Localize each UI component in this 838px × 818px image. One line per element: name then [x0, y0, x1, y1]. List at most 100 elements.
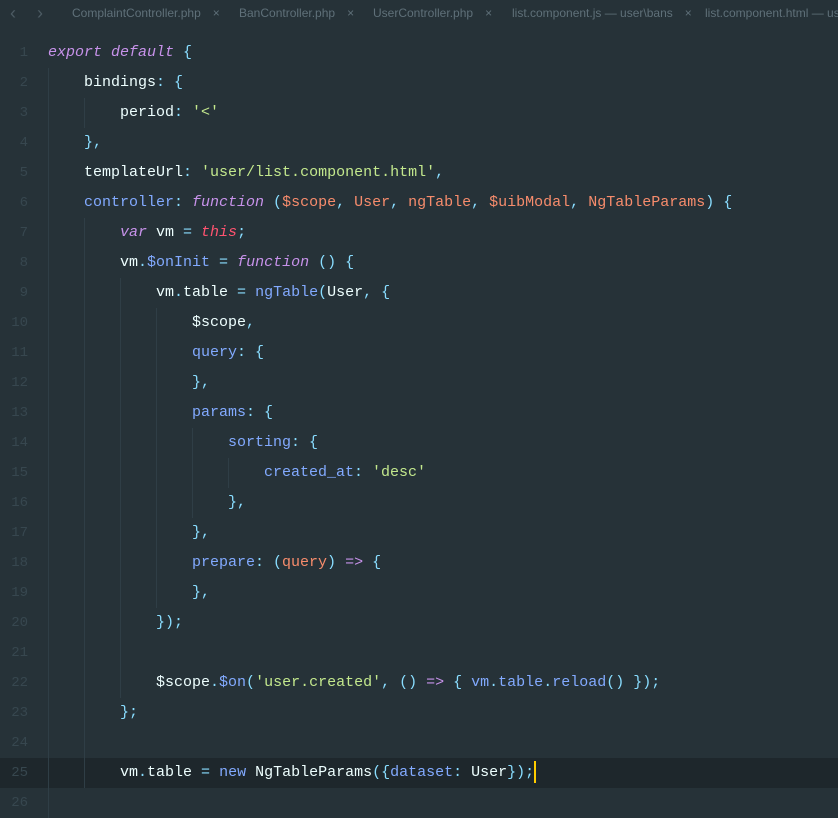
indent-guide [84, 668, 85, 698]
tab-label: BanController.php [239, 6, 336, 20]
code-line[interactable]: 17}, [0, 518, 838, 548]
code-line[interactable]: 13 params: { [0, 398, 838, 428]
indent-guide [156, 548, 157, 578]
code-line[interactable]: 24 [0, 728, 838, 758]
indent-guide [48, 368, 49, 398]
code-line[interactable]: 6 controller: function ($scope, User, ngT… [0, 188, 838, 218]
code-text: vm.$onInit = function () { [120, 248, 354, 278]
tab-ban-controller[interactable]: BanController.php × [239, 6, 354, 20]
code-token: , [471, 194, 490, 211]
code-line[interactable]: 1 export default { [0, 38, 838, 68]
code-line[interactable]: 26 [0, 788, 838, 818]
line-number: 22 [11, 675, 28, 691]
code-token: params [192, 404, 247, 421]
code-text: var vm = this; [120, 218, 246, 248]
indent-guide [120, 668, 121, 698]
code-token: ) { [705, 194, 733, 211]
code-token: export default [48, 44, 175, 61]
close-icon[interactable]: × [485, 6, 492, 20]
code-line[interactable]: 20}); [0, 608, 838, 638]
code-line[interactable]: 12}, [0, 368, 838, 398]
code-line[interactable]: 10 $scope, [0, 308, 838, 338]
tab-label: ComplaintController.php [72, 6, 201, 20]
code-line[interactable]: 21 [0, 638, 838, 668]
indent-guide [156, 368, 157, 398]
code-line[interactable]: 7 var vm = this; [0, 218, 838, 248]
code-line[interactable]: 15 created_at: 'desc' [0, 458, 838, 488]
code-token: User [471, 764, 508, 781]
code-token: ) [327, 554, 346, 571]
code-token: ( [246, 674, 256, 691]
code-text: sorting: { [228, 428, 318, 458]
close-icon[interactable]: × [347, 6, 354, 20]
code-text: templateUrl: 'user/list.component.html', [84, 158, 444, 188]
code-token: vm [147, 224, 184, 241]
indent-guide [48, 608, 49, 638]
code-text: vm.table = new NgTableParams({dataset: U… [120, 758, 537, 788]
code-line[interactable]: 22 $scope.$on('user.created', () => { vm.… [0, 668, 838, 698]
code-text: controller: function ($scope, User, ngTa… [84, 188, 732, 218]
code-line[interactable]: 4}, [0, 128, 838, 158]
indent-guide [48, 278, 49, 308]
indent-guide [120, 308, 121, 338]
code-line[interactable]: 19}, [0, 578, 838, 608]
tab-label: list.component.js — user\bans [512, 6, 673, 20]
code-token: bindings [84, 74, 157, 91]
tab-list-component-html[interactable]: list.component.html — user [705, 6, 838, 20]
close-icon[interactable]: × [685, 6, 692, 20]
code-line[interactable]: 14 sorting: { [0, 428, 838, 458]
code-line[interactable]: 8 vm.$onInit = function () { [0, 248, 838, 278]
code-text: $scope, [192, 308, 255, 338]
code-token: prepare [192, 554, 256, 571]
code-token: NgTableParams [246, 764, 373, 781]
code-token: = [192, 764, 220, 781]
code-line[interactable]: 18 prepare: (query) => { [0, 548, 838, 578]
indent-guide [156, 458, 157, 488]
code-token: $scope [282, 194, 337, 211]
tab-list-component-js[interactable]: list.component.js — user\bans × [512, 6, 692, 20]
code-line[interactable]: 5 templateUrl: 'user/list.component.html'… [0, 158, 838, 188]
code-text: }, [228, 488, 246, 518]
code-token: . [138, 254, 148, 271]
code-line[interactable]: 9 vm.table = ngTable(User, { [0, 278, 838, 308]
code-token: . [138, 764, 148, 781]
indent-guide [156, 428, 157, 458]
indent-guide [48, 248, 49, 278]
code-line[interactable]: 2 bindings: { [0, 68, 838, 98]
code-token: : [183, 164, 202, 181]
code-line[interactable]: 23}; [0, 698, 838, 728]
code-token: created_at [264, 464, 355, 481]
code-token: : [174, 104, 193, 121]
indent-guide [156, 518, 157, 548]
indent-guide [48, 548, 49, 578]
code-token: => [426, 674, 445, 691]
indent-guide [48, 458, 49, 488]
indent-guide [48, 518, 49, 548]
indent-guide [84, 548, 85, 578]
code-line[interactable]: 3 period: '<' [0, 98, 838, 128]
code-line[interactable]: 11 query: { [0, 338, 838, 368]
code-token: . [489, 674, 499, 691]
code-text: params: { [192, 398, 273, 428]
close-icon[interactable]: × [213, 6, 220, 20]
code-token: { [174, 44, 193, 61]
tab-label: list.component.html — user [705, 6, 838, 20]
indent-guide [84, 98, 85, 128]
code-line[interactable]: 25 vm.table = new NgTableParams({dataset:… [0, 758, 838, 788]
code-token: $onInit [147, 254, 211, 271]
indent-guide [84, 488, 85, 518]
tab-user-controller[interactable]: UserController.php × [373, 6, 492, 20]
tab-bar: ‹ › ComplaintController.php × BanControll… [0, 0, 838, 26]
back-arrow-icon[interactable]: ‹ [10, 3, 16, 24]
code-token: () }); [606, 674, 661, 691]
code-line[interactable]: 16}, [0, 488, 838, 518]
indent-guide [120, 548, 121, 578]
indent-guide [48, 428, 49, 458]
indent-guide [48, 668, 49, 698]
code-editor[interactable]: 1 export default {2 bindings: {3 period: '<… [0, 38, 838, 818]
forward-arrow-icon[interactable]: › [37, 3, 43, 24]
line-number: 25 [11, 765, 28, 781]
indent-guide [84, 428, 85, 458]
tab-complaint-controller[interactable]: ComplaintController.php × [72, 6, 220, 20]
code-token: User [354, 194, 391, 211]
